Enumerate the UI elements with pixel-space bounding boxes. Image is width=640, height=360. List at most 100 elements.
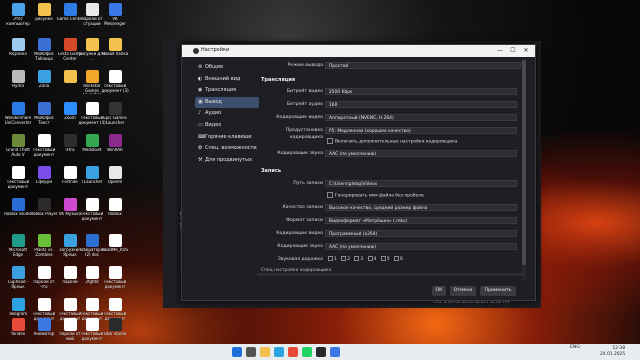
rec-audio-encoder-select[interactable]: AAC (по умолчанию) [325,243,517,250]
search-icon[interactable] [246,347,256,357]
desktop-icon[interactable]: Plants vs. Zombies [30,234,58,257]
desktop-icon[interactable]: Сферум [30,166,58,185]
desktop-icon[interactable]: Текстовый документ [4,166,32,189]
desktop-icon[interactable]: WinRAR [101,134,129,153]
track-checkbox[interactable] [380,256,386,261]
desktop-icon[interactable]: МойОфис Таблица [30,38,58,61]
encoder-preset-select[interactable]: P5: Медленная (хорошее качество) [325,127,517,134]
checkbox-icon[interactable] [327,192,333,198]
desktop-icon[interactable]: рисунки [30,3,58,22]
start-icon[interactable] [232,347,242,357]
whatsapp-icon[interactable] [302,347,312,357]
track-checkbox[interactable] [394,256,400,261]
output-mode-select[interactable]: Простой [325,62,521,69]
language-indicator[interactable]: ENG [570,345,580,350]
app-icon [108,318,122,331]
desktop-icon[interactable]: OBS Studio [101,318,129,337]
desktop-icon[interactable]: OpenIV [101,166,129,185]
horizontal-scrollbar[interactable] [257,273,522,276]
nav-item[interactable]: ⌨ Горячие клавиши [195,132,259,143]
desktop-icon[interactable]: Новая папка [101,38,129,57]
no-space-filename-checkbox[interactable]: Генерировать имя файла без пробела [327,192,424,200]
stream-field-row: Кодировщик видео Аппаратный (NVENC, H.26… [257,114,519,121]
track-checkbox[interactable] [367,256,373,261]
desktop-icon[interactable]: ReadMe_RUS [101,234,129,253]
output-mode-label: Режим вывода [287,63,324,68]
desktop-icon[interactable]: Текстовый документ [101,266,129,289]
minimize-button[interactable]: — [494,46,506,55]
desktop-icon[interactable]: Telegram [4,298,32,317]
nav-item-label: Аудио [205,110,222,117]
desktop-icon[interactable]: Roblox Player [30,198,58,217]
desktop-icon[interactable]: МойОфис Текст [30,102,58,125]
nav-item[interactable]: ⚒ Для продвинутых [195,155,259,166]
app-icon [11,266,25,279]
apply-button[interactable]: Применить [480,286,516,296]
explorer-icon[interactable] [260,347,270,357]
desktop-icon[interactable]: Аниматор [30,318,58,337]
desktop-icon[interactable]: Текстовый документ [30,134,58,157]
recording-path-input[interactable]: C:\Users\glebg\Videos [325,180,517,187]
checkbox-icon[interactable] [327,138,333,144]
app-icon [63,234,77,247]
ok-button[interactable]: ОК [432,286,446,296]
recording-format-select[interactable]: Видеоформат «Матрёшка» (.mkv) [325,217,517,224]
advanced-encoder-label: Включить дополнительные настройки кодиро… [335,139,458,145]
video-encoder-select[interactable]: Аппаратный (NVENC, H.264) [325,114,517,121]
app-icon [85,166,99,179]
desktop-icon[interactable]: Microsoft Edge [4,234,32,257]
audio-tracks-checkboxes: 1 2 3 4 5 6 [325,256,403,263]
rec-video-encoder-select[interactable]: Программный (x264) [325,230,517,237]
desktop-icon[interactable]: Zona [30,70,58,89]
advanced-encoder-checkbox[interactable]: Включить дополнительные настройки кодиро… [327,138,457,146]
nav-icon: ✿ [198,145,203,152]
desktop-icon[interactable]: VK Messenger [101,3,129,26]
desktop-icon[interactable]: Yandex [4,318,32,337]
track-checkbox[interactable] [341,256,347,261]
desktop-icon[interactable]: Roblox Studio [4,198,32,217]
nav-item[interactable]: ✿ Спец. возможности [195,143,259,154]
audio-bitrate-select[interactable]: 160 [325,101,517,108]
settings-dialog: Настройки — ☐ ✕ ⚙ Общие ◐ Внешний вид ◉ Транс… [181,44,536,301]
nav-item[interactable]: ♪ Аудио [195,108,259,119]
track-checkbox[interactable] [328,256,333,261]
desktop-icon[interactable]: Roblox [101,198,129,217]
nav-item[interactable]: ▭ Видео [195,120,259,131]
vertical-scrollbar[interactable] [522,59,526,281]
desktop-icon[interactable]: Этот компьютер [4,3,32,26]
taskbar-clock[interactable]: 12:38 24.01.2025 [600,346,625,357]
desktop-icon-label: Текстовый документ [6,180,30,189]
track-checkbox[interactable] [354,256,360,261]
cancel-button[interactable]: Отмена [450,286,476,296]
nav-item[interactable]: ⚙ Общие [195,62,259,73]
obs-icon[interactable] [316,347,326,357]
audio-encoder-select[interactable]: AAC (по умолчанию) [325,150,517,157]
video-bitrate-input[interactable]: 2500 Kbps [325,88,517,95]
desktop-icon[interactable]: пароли от что [30,266,58,289]
desktop-icon[interactable]: Grand Theft Auto V [4,134,32,157]
scrollbar-thumb[interactable] [522,60,526,265]
app-icon [63,3,77,16]
desktop-icon[interactable]: Корзина [4,38,32,57]
dialog-title: Настройки [201,47,230,53]
audio-bitrate-label: Битрейт аудио [286,102,323,107]
nav-item[interactable]: ◉ Трансляция [195,85,259,96]
desktop-icon[interactable]: Текстовый документ (3) [101,70,129,93]
maximize-button[interactable]: ☐ [507,46,519,55]
desktop-icon[interactable]: Hydra [4,70,32,89]
desktop-icon-label: Этот компьютер [6,17,30,26]
yandex-icon[interactable] [288,347,298,357]
desktop-icon[interactable]: Cuphead - Ярлык [4,266,32,289]
desktop-icon-label: Roblox Player [30,212,58,216]
desktop-icon[interactable]: Epic Games Launcher [101,102,129,125]
recording-quality-select[interactable]: Высокое качество, средний размер файла [325,204,517,211]
track-number: 2 [347,257,350,262]
desktop-icon[interactable]: Wondershare UniConverter [4,102,32,125]
nav-item[interactable]: ◐ Внешний вид [195,74,259,85]
telegram-icon[interactable] [274,347,284,357]
vk-icon[interactable] [330,347,340,357]
close-button[interactable]: ✕ [520,46,532,55]
rec-field-row: Кодировщик звука AAC (по умолчанию) [257,243,519,250]
app-icon [108,134,122,147]
nav-item[interactable]: ▣ Вывод [195,96,259,108]
